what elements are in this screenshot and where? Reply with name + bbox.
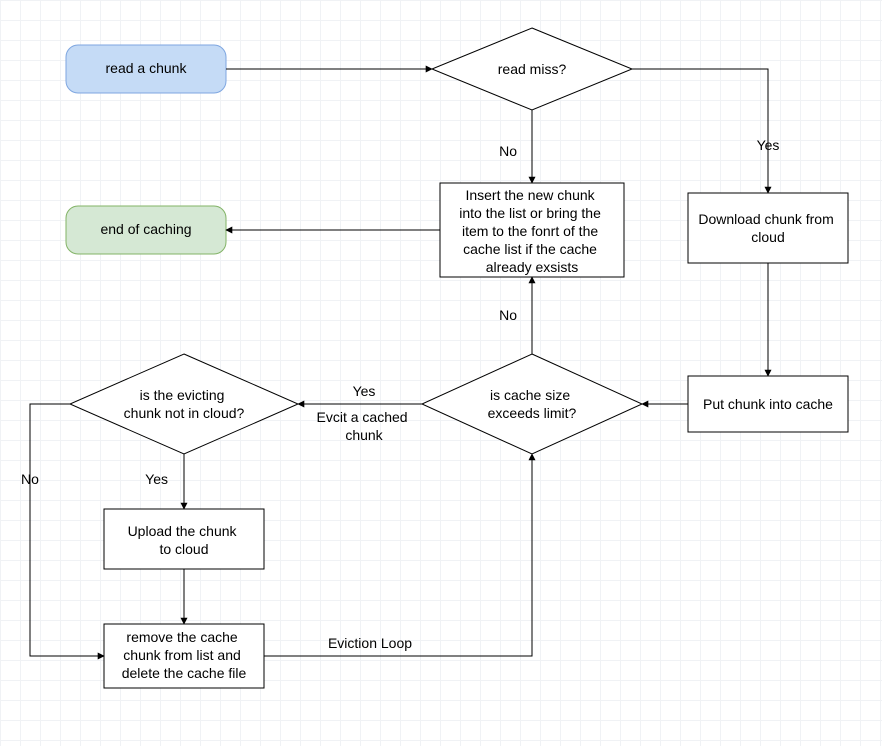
label-loop: Eviction Loop [328,635,412,651]
node-download [688,193,848,263]
flowchart: read a chunk read miss? Insert the new c… [0,0,882,746]
node-evict [70,354,298,454]
label-yes-mid: Yes [353,383,376,399]
svg-text:Evcit a cached chunk: Evcit a cached chunk [317,409,412,443]
node-size-l2: exceeds limit? [488,405,577,421]
node-remove-l3: delete the cache file [122,665,247,681]
label-evict-sub1: Evcit a cached [317,409,408,425]
node-read-chunk-label: read a chunk [106,60,188,76]
node-insert-l2: into the list or bring the [459,205,601,221]
label-no-top: No [499,143,517,159]
label-evict-sub2: chunk [345,427,383,443]
node-remove-l1: remove the cache [126,629,237,645]
label-yes-left: Yes [145,471,168,487]
svg-text:remove the cache chunk fro: remove the cache chunk from list and del… [122,629,247,681]
node-upload [104,509,264,569]
edge-remove-size [264,454,532,656]
node-read-miss-label: read miss? [498,61,567,77]
label-no-left: No [21,471,39,487]
edge-readmiss-download [632,69,768,193]
label-yes-top: Yes [757,137,780,153]
node-insert-l3: item to the fonrt of the [462,223,598,239]
node-upload-l2: to cloud [159,541,208,557]
node-remove-l2: chunk from list and [123,647,241,663]
node-insert-l4: cache list if the cache [463,241,597,257]
node-end-caching-label: end of caching [100,221,191,237]
node-insert-l5: already exsists [486,259,579,275]
node-insert-l1: Insert the new chunk [465,187,595,203]
node-put-cache-label: Put chunk into cache [703,396,833,412]
label-no-mid: No [499,307,517,323]
node-download-l2: cloud [751,229,784,245]
node-download-l1: Download chunk from [698,211,833,227]
edge-evict-remove [30,404,104,656]
node-evict-l1: is the evicting [140,387,225,403]
node-size [422,354,642,454]
node-size-l1: is cache size [490,387,570,403]
node-upload-l1: Upload the chunk [128,523,238,539]
node-evict-l2: chunk not in cloud? [124,405,245,421]
